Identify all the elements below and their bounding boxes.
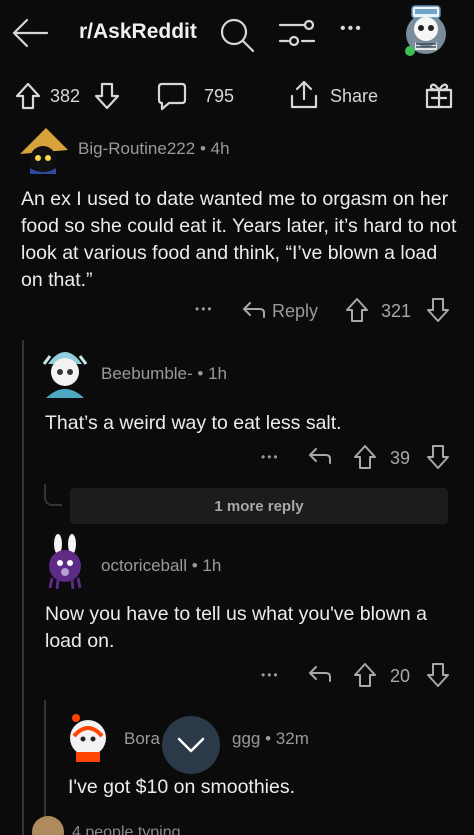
comment-more-button[interactable]: ••• — [195, 302, 214, 316]
downvote-icon[interactable] — [425, 661, 451, 689]
reply-button[interactable]: Reply — [272, 301, 318, 322]
separator-dot: • — [197, 364, 204, 383]
comment-score: 321 — [381, 301, 412, 321]
comment-author[interactable]: octoriceball — [101, 556, 187, 575]
search-icon[interactable] — [217, 15, 257, 53]
comment-meta: ggg • 32m — [232, 729, 309, 749]
comment-author-right[interactable]: ggg — [232, 729, 260, 748]
downvote-icon[interactable] — [93, 81, 121, 111]
separator-dot: • — [199, 139, 206, 158]
thread-branch — [44, 484, 62, 506]
share-icon[interactable] — [288, 79, 320, 111]
comment-age: 1h — [202, 556, 222, 575]
upvote-icon[interactable] — [352, 443, 378, 471]
downvote-icon[interactable] — [425, 443, 451, 471]
subreddit-title[interactable]: r/AskReddit — [79, 20, 197, 44]
reply-arrow-icon[interactable] — [306, 445, 332, 469]
comment-meta: octoriceball • 1h — [101, 556, 221, 576]
chevron-down-icon — [176, 736, 206, 754]
more-replies-label: 1 more reply — [214, 497, 304, 515]
comment-more-button[interactable]: ••• — [261, 668, 280, 682]
comment-age: 32m — [275, 729, 309, 748]
reply-arrow-icon[interactable] — [240, 299, 266, 323]
comment-score: 39 — [390, 448, 411, 468]
comment-body: An ex I used to date wanted me to orgasm… — [21, 188, 457, 291]
thread-line[interactable] — [22, 340, 24, 835]
user-avatar[interactable] — [398, 4, 454, 60]
comment-age: 1h — [208, 364, 228, 383]
downvote-icon[interactable] — [425, 296, 451, 324]
separator-dot: • — [191, 556, 198, 575]
comment-meta: Big-Routine222 • 4h — [78, 139, 230, 159]
post-comment-count: 795 — [204, 86, 235, 106]
upvote-icon[interactable] — [344, 296, 370, 324]
comment-body: That’s a weird way to eat less salt. — [45, 412, 342, 434]
avatar[interactable] — [16, 124, 72, 174]
comment-body: Now you have to tell us what you've blow… — [45, 603, 428, 652]
more-options-button[interactable]: ••• — [340, 20, 363, 38]
more-replies-button[interactable]: 1 more reply — [70, 488, 448, 524]
comment-author-left[interactable]: Bora — [124, 729, 160, 749]
comment-author[interactable]: Beebumble- — [101, 364, 193, 383]
comment-body: I've got $10 on smoothies. — [68, 776, 296, 798]
avatar[interactable] — [62, 708, 114, 764]
comment-age: 4h — [210, 139, 230, 158]
share-button[interactable]: Share — [330, 86, 378, 107]
post-upvote-count: 382 — [50, 86, 81, 106]
upvote-icon[interactable] — [14, 81, 42, 111]
avatar[interactable] — [40, 532, 92, 590]
comment-meta: Beebumble- • 1h — [101, 364, 227, 384]
reply-arrow-icon[interactable] — [306, 663, 332, 687]
comment-score: 20 — [390, 666, 411, 686]
back-arrow-icon[interactable] — [10, 16, 50, 50]
avatar[interactable] — [38, 342, 92, 398]
typing-avatar — [30, 814, 66, 835]
next-comment-button[interactable] — [162, 716, 220, 774]
upvote-icon[interactable] — [352, 661, 378, 689]
typing-indicator: 4 people typing — [72, 824, 181, 835]
comment-more-button[interactable]: ••• — [261, 450, 280, 464]
separator-dot: • — [265, 729, 272, 748]
award-gift-icon[interactable] — [424, 80, 454, 110]
comment-author[interactable]: Big-Routine222 — [78, 139, 195, 158]
comment-bubble-icon[interactable] — [156, 80, 188, 112]
filter-sliders-icon[interactable] — [278, 17, 316, 51]
